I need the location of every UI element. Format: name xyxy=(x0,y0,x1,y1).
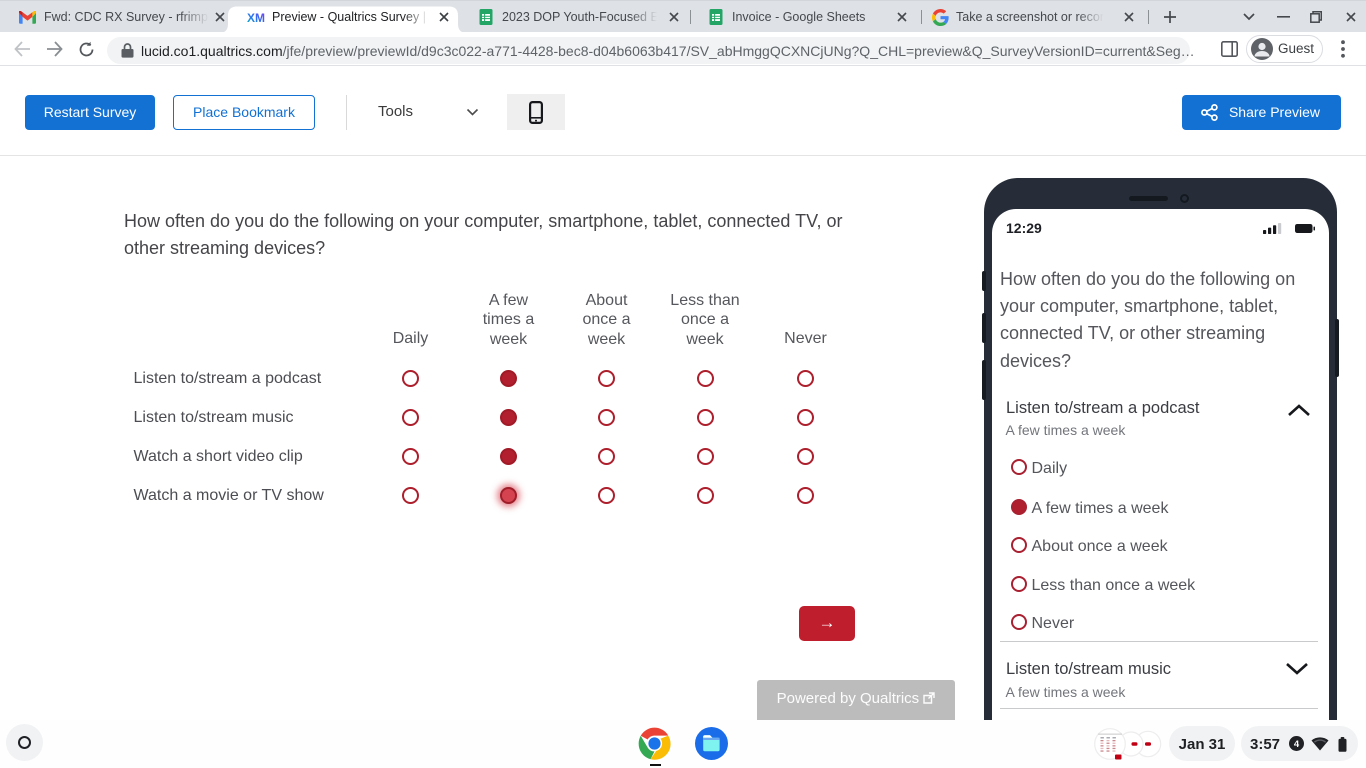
svg-text:XM: XM xyxy=(247,11,265,25)
svg-text:4: 4 xyxy=(1294,739,1300,750)
